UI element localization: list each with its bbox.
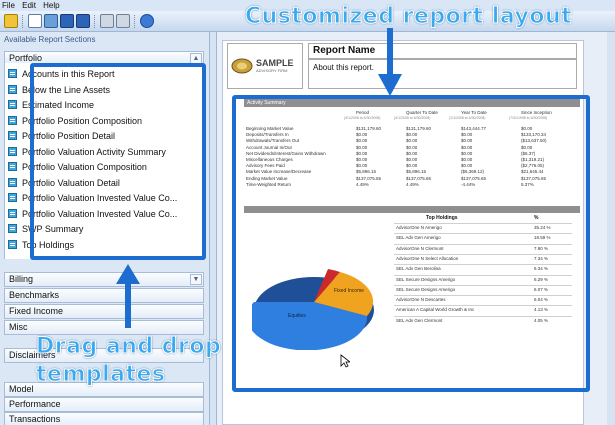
menu-edit[interactable]: Edit: [22, 1, 36, 10]
panel-title: Available Report Sections: [4, 35, 96, 44]
report-section-icon: [8, 193, 17, 202]
callout-drag-drop-line1: Drag and drop: [35, 334, 222, 360]
preview-icon[interactable]: [116, 14, 130, 28]
report-section-icon: [8, 208, 17, 218]
category-label: Benchmarks: [9, 290, 60, 300]
logo-text: SAMPLE: [256, 58, 294, 68]
save-as-icon[interactable]: [76, 14, 90, 28]
report-section-icon: [8, 239, 17, 249]
category-label: Transactions: [9, 414, 61, 424]
report-section-icon: [8, 131, 17, 140]
report-section-icon: [8, 177, 17, 187]
print-icon[interactable]: [100, 14, 114, 28]
category-label: Billing: [9, 274, 34, 284]
report-section-icon: [8, 69, 17, 78]
toolbar-separator: [94, 15, 96, 28]
report-name-field[interactable]: Report Name: [308, 43, 577, 59]
report-section-icon: [8, 84, 17, 94]
report-section-icon: [8, 162, 17, 171]
logo-subtext: ADVISORY FIRM: [256, 68, 288, 73]
menu-file[interactable]: File: [2, 1, 15, 10]
report-about-field[interactable]: About this report.: [308, 59, 577, 89]
report-layout-highlight: [232, 95, 590, 392]
report-section-icon: [8, 146, 17, 156]
category-label: Fixed Income: [9, 306, 64, 316]
report-section-icon: [8, 100, 17, 109]
category-performance[interactable]: Performance: [4, 397, 204, 412]
open-folder-icon[interactable]: [4, 14, 18, 28]
category-billing[interactable]: Billing ▼: [4, 272, 204, 287]
new-document-icon[interactable]: [28, 14, 42, 28]
category-label: Performance: [9, 399, 61, 409]
save-icon[interactable]: [60, 14, 74, 28]
category-benchmarks[interactable]: Benchmarks: [4, 288, 204, 303]
help-icon[interactable]: [140, 14, 154, 28]
report-section-icon: [8, 224, 17, 233]
arrow-down-icon: [378, 28, 402, 96]
document-icon[interactable]: [44, 14, 58, 28]
toolbar-separator: [134, 15, 136, 28]
toolbar-separator: [22, 15, 24, 28]
category-fixed-income[interactable]: Fixed Income: [4, 304, 204, 319]
drag-templates-highlight: [30, 63, 206, 260]
category-transactions[interactable]: Transactions: [4, 412, 204, 425]
menu-help[interactable]: Help: [43, 1, 59, 10]
firm-logo[interactable]: SAMPLE ADVISORY FIRM: [227, 43, 303, 89]
category-label: Portfolio: [9, 53, 43, 63]
chevron-down-icon[interactable]: ▼: [190, 274, 202, 285]
app-window: File Edit Help Available Report Sections…: [0, 0, 615, 425]
arrow-up-icon: [116, 264, 140, 328]
callout-drag-drop-line2: templates: [36, 362, 166, 388]
category-misc[interactable]: Misc: [4, 320, 204, 335]
report-section-icon: [8, 115, 17, 125]
callout-customized-layout: Customized report layout: [244, 4, 573, 30]
category-label: Misc: [9, 322, 28, 332]
category-label: Model: [9, 384, 34, 394]
